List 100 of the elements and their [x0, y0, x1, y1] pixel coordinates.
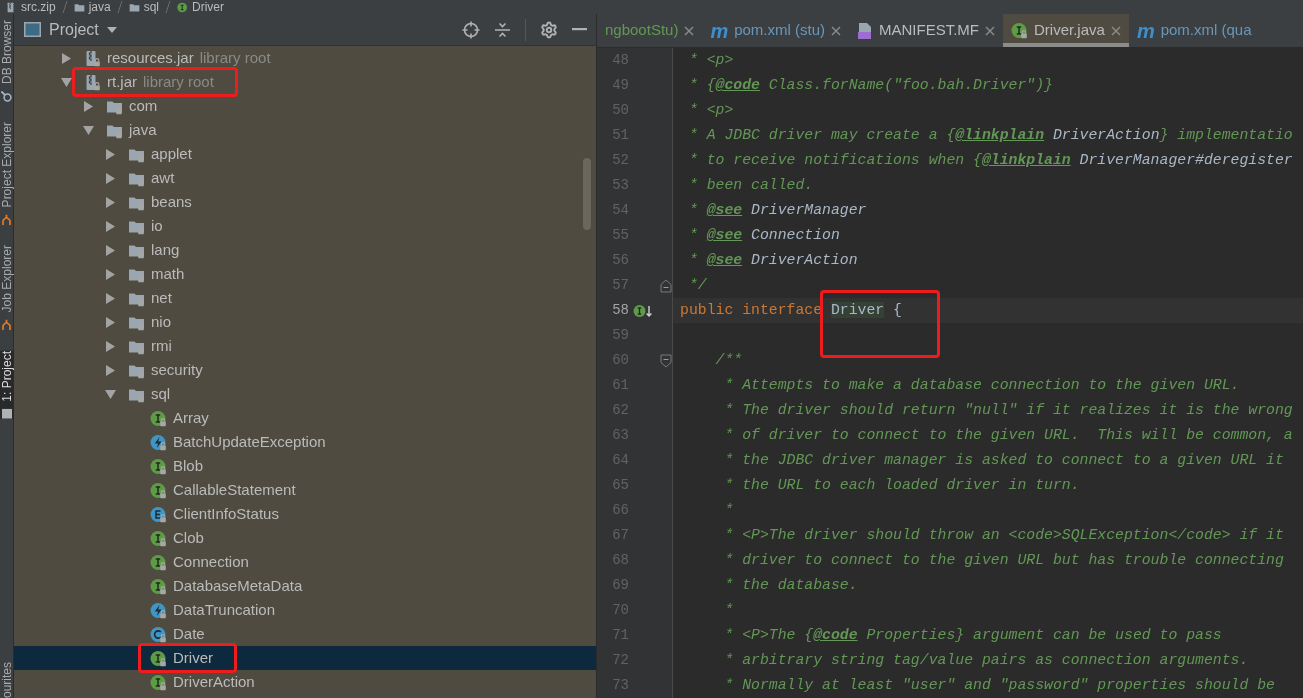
caret-right-icon[interactable] [105, 220, 115, 232]
code-line: * @see DriverManager [687, 201, 868, 220]
circle-i-icon [177, 1, 189, 13]
slash-separator-icon [61, 1, 68, 13]
close-icon[interactable] [985, 25, 996, 36]
close-icon[interactable] [684, 25, 695, 36]
caret-right-icon[interactable] [105, 340, 115, 352]
tree-item[interactable]: math [14, 262, 596, 286]
m-letter-icon: m [710, 22, 729, 39]
caret-down-icon[interactable] [104, 389, 116, 399]
tree-item[interactable]: Driver [14, 646, 596, 670]
tree-item[interactable]: beans [14, 190, 596, 214]
caret-right-icon[interactable] [61, 52, 71, 64]
fork-icon [1, 319, 12, 331]
scrollbar-thumb[interactable] [583, 158, 591, 230]
tree-item[interactable]: Blob [14, 454, 596, 478]
collapse-icon[interactable] [494, 20, 511, 39]
tool-window-button[interactable]: 1: Project [0, 350, 14, 419]
m-letter-icon: m [1136, 22, 1155, 39]
circle-c-icon [150, 625, 167, 643]
caret-right-icon[interactable] [105, 292, 115, 304]
document-icon [857, 21, 874, 40]
tree-item[interactable]: Array [14, 406, 596, 430]
tool-window-button[interactable]: ourites [0, 661, 14, 698]
tree-item[interactable]: lang [14, 238, 596, 262]
circle-bolt-icon [150, 601, 167, 619]
caret-right-icon[interactable] [105, 268, 115, 280]
tree-item[interactable]: BatchUpdateException [14, 430, 596, 454]
code-line: * Attempts to make a database connection to the given URL. [723, 376, 1241, 395]
tree-item[interactable]: com [14, 94, 596, 118]
circle-i-icon [150, 649, 167, 667]
tool-window-button[interactable]: DB Browser [0, 20, 14, 102]
tool-window-button[interactable]: Job Explorer [0, 245, 14, 331]
editor-tab[interactable]: m pom.xml (stu) [702, 14, 850, 47]
tree-item[interactable]: net [14, 286, 596, 310]
tool-window-button[interactable]: Project Explorer [0, 122, 14, 226]
project-view-dropdown[interactable]: Project [24, 17, 117, 42]
breadcrumb-item[interactable]: java [73, 0, 111, 14]
breadcrumb-item[interactable]: Driver [177, 0, 225, 14]
tree-item[interactable]: DatabaseMetaData [14, 574, 596, 598]
tree-item[interactable]: ClientInfoStatus [14, 502, 596, 526]
tree-item[interactable]: awt [14, 166, 596, 190]
minimize-icon[interactable] [572, 28, 587, 31]
caret-down-icon[interactable] [82, 125, 94, 135]
tree-item[interactable]: rmi [14, 334, 596, 358]
line-number: 58 [611, 301, 629, 320]
code-line: * driver to connect to the given URL but has trouble connecting [723, 551, 1285, 570]
caret-right-icon[interactable] [105, 196, 115, 208]
tree-item[interactable]: nio [14, 310, 596, 334]
tree-item[interactable]: Clob [14, 526, 596, 550]
code-line: * @see DriverAction [687, 251, 859, 270]
caret-right-icon[interactable] [105, 148, 115, 160]
tree-item[interactable]: Date [14, 622, 596, 646]
code-line: /** [714, 351, 744, 370]
tree-item[interactable]: java [14, 118, 596, 142]
crosshair-icon[interactable] [462, 20, 480, 39]
code-line: * @see Connection [687, 226, 841, 245]
tree-item[interactable]: CallableStatement [14, 478, 596, 502]
editor-tab[interactable]: Driver.java [1003, 14, 1129, 47]
tree-item[interactable]: resources.jar library root [14, 46, 596, 70]
tree-item[interactable]: sql [14, 382, 596, 406]
tree-item[interactable]: io [14, 214, 596, 238]
code-line: * of driver to connect to the given URL. This will be common, a [723, 426, 1294, 445]
caret-down-icon[interactable] [60, 77, 72, 87]
tree-item[interactable]: rt.jar library root [14, 70, 596, 94]
breadcrumb-item[interactable]: sql [128, 0, 160, 14]
tree-item[interactable]: DataTruncation [14, 598, 596, 622]
close-icon[interactable] [831, 25, 842, 36]
editor-tab[interactable]: MANIFEST.MF [849, 14, 1004, 47]
caret-right-icon[interactable] [83, 100, 93, 112]
search-icon [1, 91, 12, 102]
code-line: * [723, 601, 735, 620]
editor-tab[interactable]: m pom.xml (qua [1128, 14, 1260, 47]
window-icon [24, 22, 41, 37]
circle-i-arrow-icon[interactable] [633, 302, 653, 319]
circle-i-icon [1011, 22, 1029, 39]
tree-item[interactable]: DriverAction [14, 670, 596, 694]
editor-tab[interactable]: ngbootStu) [597, 14, 703, 47]
fold-marker-icon[interactable] [660, 278, 672, 293]
caret-right-icon[interactable] [105, 244, 115, 256]
settings-icon[interactable] [540, 20, 558, 39]
tree-item[interactable]: Connection [14, 550, 596, 574]
code-line: * <P>The driver should throw an <code>SQLException</code> if it [723, 526, 1285, 545]
close-icon[interactable] [1110, 25, 1121, 36]
circle-i-icon [150, 529, 167, 547]
circle-i-icon [150, 553, 167, 571]
caret-right-icon[interactable] [105, 364, 115, 376]
code-line: * been called. [687, 176, 815, 195]
circle-i-icon [150, 577, 167, 595]
caret-down-icon [106, 26, 117, 33]
caret-right-icon[interactable] [105, 172, 115, 184]
tree-item[interactable]: security [14, 358, 596, 382]
caret-right-icon[interactable] [105, 316, 115, 328]
fold-marker-icon[interactable] [660, 353, 672, 368]
code-line: */ [687, 276, 708, 295]
code-line: * <p> [687, 51, 735, 70]
code-line: * The driver should return "null" if it realizes it is the wrong [723, 401, 1294, 420]
tree-item[interactable]: applet [14, 142, 596, 166]
breadcrumb-item[interactable]: src.zip [6, 0, 56, 14]
code-line: * <P>The {@code Properties} argument can be used to pass [723, 626, 1223, 645]
